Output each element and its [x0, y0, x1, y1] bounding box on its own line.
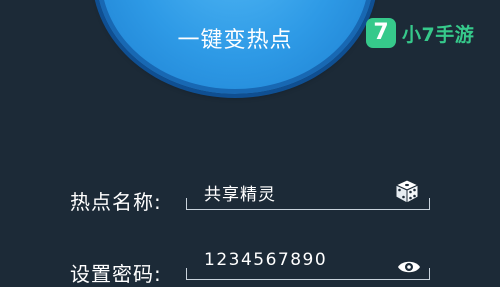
password-label: 设置密码:: [70, 262, 162, 286]
hotspot-name-label: 热点名称:: [70, 190, 162, 214]
eye-icon[interactable]: [396, 254, 422, 280]
password-field[interactable]: 1234567890: [186, 250, 430, 280]
password-underline: [186, 268, 430, 280]
watermark-badge: 7: [366, 18, 396, 48]
password-value[interactable]: 1234567890: [204, 250, 327, 270]
hotspot-button-label[interactable]: 一键变热点: [160, 22, 310, 54]
dice-icon[interactable]: [394, 178, 420, 204]
hotspot-name-field[interactable]: 共享精灵: [186, 178, 430, 210]
watermark-logo: 7 小7手游: [366, 16, 474, 50]
watermark-text: 小7手游: [402, 23, 475, 46]
